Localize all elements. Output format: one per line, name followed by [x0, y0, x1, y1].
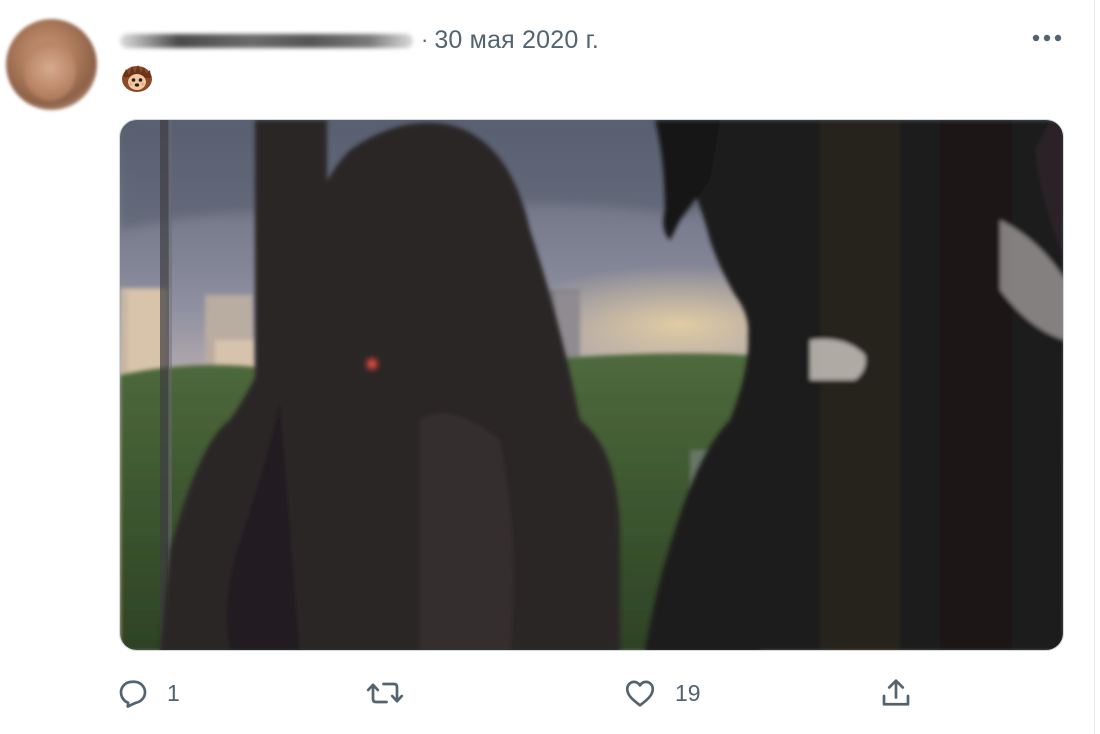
reply-button[interactable]: 1	[115, 668, 180, 718]
more-horizontal-icon	[1032, 34, 1062, 42]
tweet-date[interactable]: 30 мая 2020 г.	[434, 26, 599, 55]
hedgehog-icon	[122, 65, 152, 92]
retweet-icon	[366, 682, 404, 704]
reply-icon	[119, 680, 147, 708]
like-count: 19	[675, 679, 701, 706]
like-button[interactable]: 19	[621, 668, 701, 718]
timeline-divider	[1094, 0, 1095, 734]
avatar[interactable]	[6, 19, 97, 110]
redacted-username[interactable]	[120, 34, 413, 48]
date-separator: ·	[421, 27, 429, 52]
tweet-actions: 1 19	[115, 668, 935, 718]
avatar-face	[24, 41, 76, 101]
share-button[interactable]	[877, 668, 931, 718]
tweet-photo[interactable]	[119, 119, 1064, 651]
reply-count: 1	[167, 679, 180, 706]
heart-icon	[625, 680, 655, 707]
retweet-button[interactable]	[365, 668, 421, 718]
tweet-card: · 30 мая 2020 г. 1 19	[0, 0, 1100, 734]
tweet-header: · 30 мая 2020 г.	[120, 22, 599, 58]
more-options-button[interactable]	[1026, 26, 1068, 50]
tweet-text	[120, 60, 154, 96]
share-icon	[882, 679, 910, 706]
photo-silhouettes-window-view	[120, 120, 1063, 650]
